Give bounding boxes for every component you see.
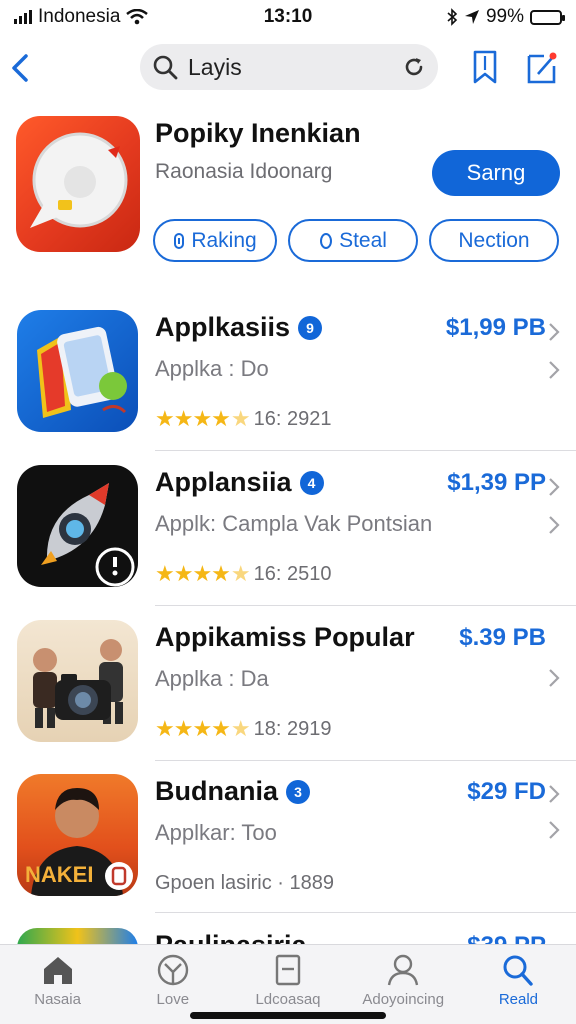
bluetooth-icon (447, 8, 458, 26)
app-icon[interactable]: NAKEI (17, 774, 138, 896)
tab-label: Reald (498, 991, 539, 1008)
rating: ★★★★ ★ 16: 2921 (155, 406, 331, 432)
list-item[interactable]: NAKEI Budnania 3 $29 FD Applkar: Too Gpo… (0, 774, 576, 929)
list-item[interactable]: Applkasiis 9 $1,99 PB Applka : Do ★★★★ ★ … (0, 310, 576, 465)
chip-label: Steal (339, 228, 387, 252)
icon-text: NAKEI (25, 862, 93, 887)
rating-count: Gpoen lasiric · 1889 (155, 872, 334, 894)
refresh-icon[interactable] (402, 55, 426, 79)
rating-count: 16: 2921 (253, 407, 332, 430)
featured-app-title: Popiky Inenkian (155, 118, 361, 148)
rating-count: 18: 2919 (253, 717, 332, 740)
tab-label: Love (156, 991, 190, 1008)
featured-app[interactable]: Popiky Inenkian Raonasia Idoonarg Sarng … (0, 116, 576, 276)
app-title: Appikamiss Popular (155, 622, 415, 652)
wifi-icon (126, 9, 149, 25)
rank-badge: 4 (299, 470, 324, 495)
get-button[interactable]: Sarng (432, 150, 560, 196)
circle-icon (320, 232, 333, 249)
rating: ★★★★ ★ 18: 2919 (155, 716, 331, 742)
chevron-right-icon (549, 361, 560, 379)
divider (155, 605, 576, 606)
divider (155, 450, 576, 451)
info-icon (174, 232, 185, 249)
chip-steal[interactable]: Steal (288, 219, 418, 262)
nav-bar: Layis (0, 42, 576, 94)
home-indicator[interactable] (190, 1012, 386, 1019)
app-name: Applkasiis 9 (155, 312, 323, 343)
price-label[interactable]: $29 FD (467, 778, 546, 806)
divider (155, 912, 576, 913)
price-label[interactable]: $.39 PB (459, 624, 546, 652)
compose-icon[interactable] (524, 48, 558, 86)
rating: ★★★★ ★ 16: 2510 (155, 561, 331, 587)
app-name: Applansiia 4 (155, 467, 324, 498)
home-icon (43, 957, 72, 984)
tab-label: Nasaia (34, 991, 81, 1008)
chevron-right-icon (549, 323, 560, 341)
location-arrow-icon (464, 10, 479, 24)
price-label[interactable]: $1,39 PP (447, 469, 546, 497)
battery-icon (530, 9, 565, 25)
featured-app-subtitle: Raonasia Idoonarg (155, 160, 333, 183)
app-title: Budnania (155, 776, 279, 806)
back-chevron-icon[interactable] (6, 50, 36, 86)
chip-nection[interactable]: Nection (429, 219, 559, 262)
chip-label: Nection (458, 228, 530, 252)
heart-icon (157, 954, 188, 986)
app-subtitle: Applka : Do (155, 356, 269, 381)
chip-ranking[interactable]: Raking (153, 219, 277, 262)
person-icon (388, 954, 419, 986)
list-item[interactable]: Appikamiss Popular $.39 PB Applka : Da ★… (0, 620, 576, 775)
chip-label: Raking (191, 228, 257, 252)
featured-app-icon[interactable] (16, 116, 140, 252)
price-label[interactable]: $1,99 PB (446, 314, 546, 342)
tab-search[interactable]: Reald (461, 945, 576, 1024)
rating-count: 16: 2510 (253, 562, 332, 585)
app-icon[interactable] (17, 310, 138, 432)
document-icon (275, 954, 301, 986)
app-name: Appikamiss Popular (155, 622, 415, 653)
search-icon (503, 955, 534, 986)
search-field[interactable]: Layis (140, 44, 438, 90)
list-item-partial[interactable]: Paulinasiria $39 PP (0, 926, 576, 946)
rank-badge: 3 (286, 779, 311, 804)
app-name: Budnania 3 (155, 776, 311, 807)
chevron-right-icon (549, 821, 560, 839)
app-title: Applansiia (155, 467, 292, 497)
search-icon (153, 55, 178, 80)
clock: 13:10 (263, 6, 313, 27)
rank-badge: 9 (298, 315, 323, 340)
chip-row: Raking Steal Nection (153, 219, 559, 262)
tab-label: Ldcoasaq (255, 991, 321, 1008)
star-rating-icon: ★★★★ ★ (155, 406, 251, 431)
chevron-right-icon (549, 516, 560, 534)
chevron-right-icon (549, 785, 560, 803)
divider (155, 760, 576, 761)
battery-percent: 99% (485, 6, 524, 27)
app-icon[interactable] (17, 620, 138, 742)
signal-icon (14, 10, 32, 24)
star-rating-icon: ★★★★ ★ (155, 561, 251, 586)
carrier-label: Indonesia (38, 6, 121, 27)
chevron-right-icon (549, 478, 560, 496)
star-rating-icon: ★★★★ ★ (155, 716, 251, 741)
app-subtitle: Applka : Da (155, 666, 269, 691)
app-icon[interactable] (17, 465, 138, 587)
rating: Gpoen lasiric · 1889 (155, 872, 334, 895)
chevron-right-icon (549, 669, 560, 687)
app-subtitle: Applk: Campla Vak Pontsian (155, 511, 433, 536)
bookmark-icon[interactable] (468, 48, 502, 86)
status-bar: Indonesia 13:10 99% (0, 0, 576, 34)
tab-home[interactable]: Nasaia (0, 945, 115, 1024)
tab-label: Adoyoincing (362, 991, 445, 1008)
app-subtitle: Applkar: Too (155, 820, 277, 845)
app-title: Applkasiis (155, 312, 291, 342)
search-query[interactable]: Layis (188, 54, 392, 81)
list-item[interactable]: Applansiia 4 $1,39 PP Applk: Campla Vak … (0, 465, 576, 620)
